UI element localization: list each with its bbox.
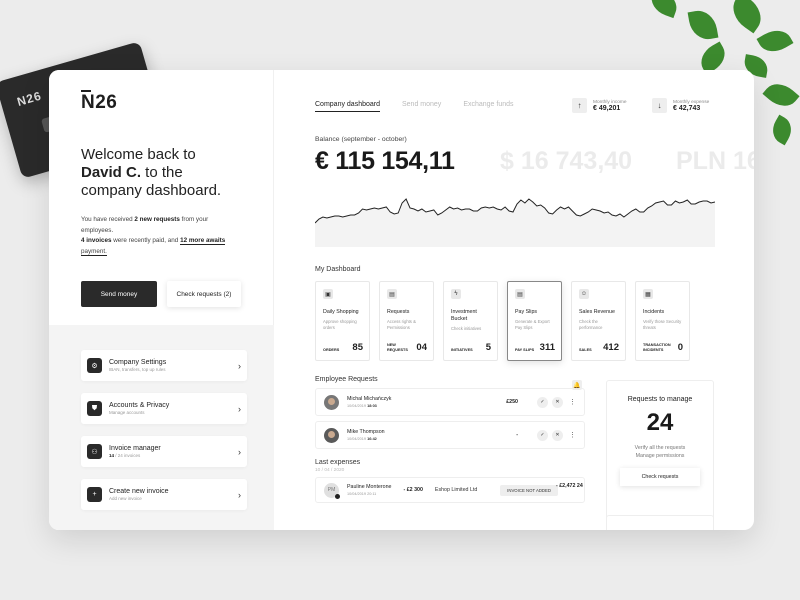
bell-icon[interactable]: 🔔 [572,380,582,390]
expense-row[interactable]: PM Pauline Monterone 10/04/2019 20:11 - £… [315,477,585,503]
balance-area [315,199,715,247]
avatar [324,427,339,443]
dashboard-tiles: ▣ Daily Shopping Approve shopping orders… [315,281,754,361]
request-row[interactable]: Mike Thompson 10/04/2019 16:42 - ✓ ✕ ⋮ [315,421,585,449]
arrow-down-icon: ↓ [652,98,667,113]
balance-chart [314,198,716,247]
arrow-up-icon: ↑ [572,98,587,113]
reject-close-icon[interactable]: ✕ [552,396,563,408]
expenses-total: - £2,472 24 [556,483,583,489]
more-options-icon[interactable]: ⋮ [569,398,576,406]
welcome-section: N26 Welcome back to David C. to the comp… [49,70,274,325]
approve-check-icon[interactable]: ✓ [537,396,548,408]
balance-label: Balance (september - october) [315,136,407,143]
requests-to-manage-card: Requests to manage 24 Verify all the req… [606,380,714,528]
secondary-card [606,515,714,530]
chevron-right-icon: › [238,446,241,457]
plus-icon: + [87,487,102,502]
balance-usd[interactable]: $ 16 743,40 [500,147,632,176]
person-icon: ☺ [579,289,589,299]
balance-row: € 115 154,11 $ 16 743,40 PLN 16 [315,147,754,179]
summary-text: You have received 2 new requests from yo… [81,216,226,256]
tile-requests[interactable]: ▤ Requests Access rights & Permissions N… [379,281,434,361]
chevron-right-icon: › [238,489,241,500]
more-awaits-link[interactable]: 12 more awaits [180,237,225,244]
monthly-income: ↑ Monthly income € 49,201 [572,98,627,113]
balance-eur: € 115 154,11 [315,147,455,175]
bag-icon: ▣ [323,289,333,299]
tile-daily-shopping[interactable]: ▣ Daily Shopping Approve shopping orders… [315,281,370,361]
tab-exchange-funds[interactable]: Exchange funds [463,101,513,111]
status-badge[interactable]: INVOICE NOT ADDED [500,484,558,496]
chevron-right-icon: › [238,403,241,414]
app-window: N26 Welcome back to David C. to the comp… [49,70,754,530]
gear-icon: ⚙ [87,358,102,373]
left-panel: N26 Welcome back to David C. to the comp… [49,70,274,530]
tab-company-dashboard[interactable]: Company dashboard [315,101,380,112]
avatar [324,394,339,410]
menu-item-invoice-manager[interactable]: ⚇ Invoice manager 14 / 24 invoices › [81,436,247,467]
tab-send-money[interactable]: Send money [402,101,441,111]
check-requests-card-button[interactable]: Check requests [620,468,700,486]
welcome-heading: Welcome back to David C. to the company … [81,146,222,199]
check-requests-button[interactable]: Check requests (2) [166,281,241,307]
main-panel: Company dashboard Send money Exchange fu… [274,70,754,530]
monthly-expense: ↓ Monthly expense € 42,743 [652,98,709,113]
user-name: David C. [81,164,142,181]
card-logo: N26 [15,88,44,109]
settings-menu: ⚙ Company Settings IBAN, transfers, top u… [49,325,274,530]
calendar-icon: ▦ [643,289,653,299]
balance-pln[interactable]: PLN 16 [676,147,754,176]
users-icon: ⚇ [87,444,102,459]
menu-item-company-settings[interactable]: ⚙ Company Settings IBAN, transfers, top u… [81,350,247,381]
avatar: PM [324,482,340,499]
reject-close-icon[interactable]: ✕ [552,429,563,441]
requests-count: 24 [646,409,674,436]
payslip-icon: ▤ [515,289,525,299]
shield-icon: ⛊ [87,401,102,416]
send-money-button[interactable]: Send money [81,281,157,307]
logo[interactable]: N26 [81,90,117,114]
new-requests-link[interactable]: 2 new requests [134,216,180,223]
document-icon: ▤ [387,289,397,299]
request-row[interactable]: Michal Michańczyk 10/04/2019 18:03 £250 ✓… [315,388,585,416]
approve-check-icon[interactable]: ✓ [537,429,548,441]
menu-item-accounts-privacy[interactable]: ⛊ Accounts & Privacy Manage accounts › [81,393,247,424]
tile-pay-slips[interactable]: ▤ Pay Slips Generate & Export Pay Slips … [507,281,562,361]
my-dashboard-label: My Dashboard [315,266,361,273]
chevron-right-icon: › [238,360,241,371]
tile-investment-bucket[interactable]: ϟ Investment Bucket Check initiatives IN… [443,281,498,361]
tile-sales-revenue[interactable]: ☺ Sales Revenue Check the performance SA… [571,281,626,361]
menu-item-create-invoice[interactable]: + Create new invoice Add new invoice › [81,479,247,510]
more-options-icon[interactable]: ⋮ [569,431,576,439]
tile-incidents[interactable]: ▦ Incidents Verify those Security threat… [635,281,690,361]
lightning-icon: ϟ [451,289,461,299]
